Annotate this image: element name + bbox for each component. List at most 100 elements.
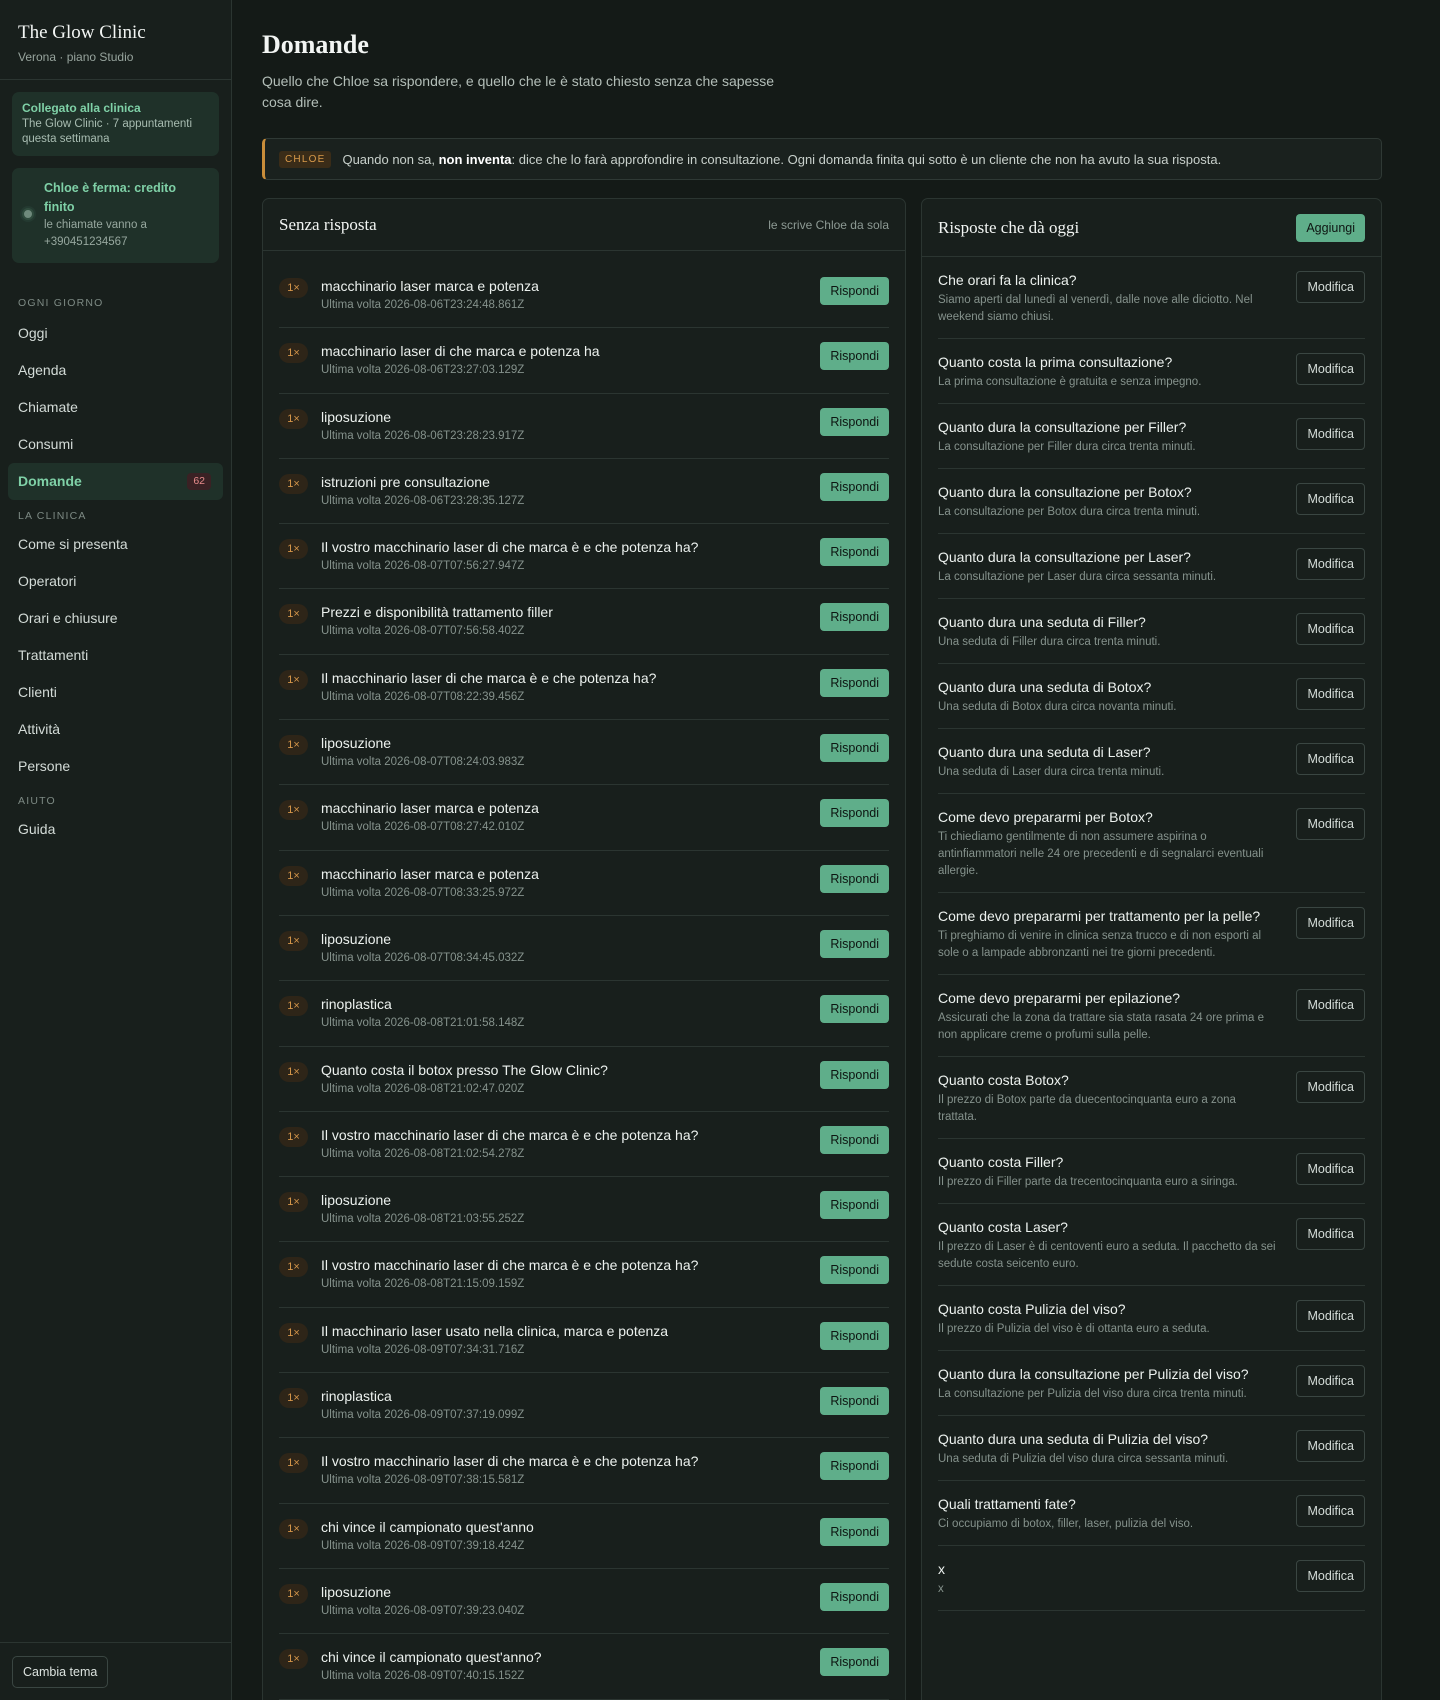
ask-count-badge: 1× — [279, 1583, 308, 1604]
list-item: Quanto dura la consultazione per Filler?… — [938, 404, 1365, 469]
respond-button[interactable]: Rispondi — [820, 1060, 889, 1089]
respond-button[interactable]: Rispondi — [820, 1517, 889, 1546]
edit-button[interactable]: Modifica — [1296, 548, 1365, 580]
edit-button[interactable]: Modifica — [1296, 678, 1365, 710]
sidebar-footer: Cambia tema — [0, 1642, 231, 1700]
table-row: 1× rinoplastica Ultima volta 2026-08-09T07… — [279, 1373, 889, 1439]
edit-button[interactable]: Modifica — [1296, 1430, 1365, 1462]
respond-button[interactable]: Rispondi — [820, 734, 889, 763]
list-item: Come devo prepararmi per epilazione? Assi… — [938, 975, 1365, 1057]
respond-button[interactable]: Rispondi — [820, 472, 889, 501]
sidebar-item-oggi[interactable]: Oggi — [8, 315, 223, 352]
respond-button[interactable]: Rispondi — [820, 1191, 889, 1220]
edit-button[interactable]: Modifica — [1296, 271, 1365, 303]
respond-button[interactable]: Rispondi — [820, 277, 889, 305]
edit-button[interactable]: Modifica — [1296, 418, 1365, 450]
question-text: rinoplastica — [321, 1388, 392, 1405]
sidebar-item-consumi[interactable]: Consumi — [8, 426, 223, 463]
edit-button[interactable]: Modifica — [1296, 743, 1365, 775]
respond-button[interactable]: Rispondi — [820, 1321, 889, 1350]
edit-button[interactable]: Modifica — [1296, 1071, 1365, 1103]
respond-button[interactable]: Rispondi — [820, 668, 889, 697]
sidebar-item-chiamate[interactable]: Chiamate — [8, 389, 223, 426]
sidebar-item-guida[interactable]: Guida — [8, 811, 223, 848]
answer-question: Quanto costa Filler? — [938, 1154, 1064, 1170]
nav-group-daily: Oggi Agenda Chiamate Consumi Domande 62 — [0, 315, 231, 500]
answer-text: Siamo aperti dal lunedì al venerdì, dall… — [938, 294, 1253, 323]
list-item: Quanto costa Botox? Il prezzo di Botox pa… — [938, 1057, 1365, 1139]
respond-button[interactable]: Rispondi — [820, 995, 889, 1024]
answer-text: Una seduta di Laser dura circa trenta mi… — [938, 766, 1165, 778]
list-item: Quanto costa la prima consultazione? La p… — [938, 339, 1365, 404]
list-item: Quanto dura la consultazione per Pulizia… — [938, 1351, 1365, 1416]
ask-count-badge: 1× — [279, 278, 308, 298]
respond-button[interactable]: Rispondi — [820, 603, 889, 632]
edit-button[interactable]: Modifica — [1296, 483, 1365, 515]
answers-list: Che orari fa la clinica? Siamo aperti dal… — [922, 257, 1381, 1611]
ask-count-badge: 1× — [279, 604, 308, 625]
question-text: macchinario laser di che marca e potenza… — [321, 343, 600, 360]
last-asked-time: Ultima volta 2026-08-06T23:28:23.917Z — [321, 429, 525, 442]
sidebar-item-persone[interactable]: Persone — [8, 748, 223, 785]
respond-button[interactable]: Rispondi — [820, 1582, 889, 1611]
nav-group-clinic: Come si presenta Operatori Orari e chius… — [0, 526, 231, 785]
answer-question: Quanto costa Botox? — [938, 1072, 1069, 1088]
respond-button[interactable]: Rispondi — [820, 799, 889, 828]
notice-bold-text: non inventa — [438, 151, 512, 167]
ask-count-badge: 1× — [279, 669, 308, 690]
brand-subtitle: Verona · piano Studio — [18, 50, 134, 64]
sidebar-item-agenda[interactable]: Agenda — [8, 352, 223, 389]
respond-button[interactable]: Rispondi — [820, 1648, 889, 1677]
answer-question: Quanto costa Pulizia del viso? — [938, 1301, 1126, 1317]
respond-button[interactable]: Rispondi — [820, 1125, 889, 1154]
sidebar-item-operatori[interactable]: Operatori — [8, 563, 223, 600]
respond-button[interactable]: Rispondi — [820, 1387, 889, 1416]
table-row: 1× Prezzi e disponibilità trattamento fil… — [279, 589, 889, 655]
respond-button[interactable]: Rispondi — [820, 864, 889, 893]
sidebar-item-attivita[interactable]: Attività — [8, 711, 223, 748]
add-answer-button[interactable]: Aggiungi — [1296, 213, 1365, 242]
list-item: Quanto dura una seduta di Filler? Una sed… — [938, 599, 1365, 664]
respond-button[interactable]: Rispondi — [820, 538, 889, 567]
sidebar-item-orari[interactable]: Orari e chiusure — [8, 600, 223, 637]
last-asked-time: Ultima volta 2026-08-09T07:39:23.040Z — [321, 1604, 525, 1617]
respond-button[interactable]: Rispondi — [820, 407, 889, 436]
respond-button[interactable]: Rispondi — [820, 929, 889, 958]
respond-button[interactable]: Rispondi — [820, 1256, 889, 1285]
brand: The Glow Clinic Verona · piano Studio — [0, 0, 231, 80]
edit-button[interactable]: Modifica — [1296, 613, 1365, 645]
ask-count-badge: 1× — [279, 1518, 308, 1539]
list-item: Quali trattamenti fate? Ci occupiamo di b… — [938, 1481, 1365, 1546]
edit-button[interactable]: Modifica — [1296, 353, 1365, 385]
edit-button[interactable]: Modifica — [1296, 1153, 1365, 1185]
answer-text: La prima consultazione è gratuita e senz… — [938, 376, 1202, 388]
ask-count-badge: 1× — [279, 865, 308, 886]
last-asked-time: Ultima volta 2026-08-09T07:34:31.716Z — [321, 1343, 525, 1356]
edit-button[interactable]: Modifica — [1296, 1218, 1365, 1250]
edit-button[interactable]: Modifica — [1296, 808, 1365, 840]
edit-button[interactable]: Modifica — [1296, 1365, 1365, 1397]
sidebar-item-domande[interactable]: Domande 62 — [8, 463, 223, 500]
change-theme-button[interactable]: Cambia tema — [12, 1656, 109, 1688]
edit-button[interactable]: Modifica — [1296, 1560, 1365, 1592]
answer-text: Il prezzo di Pulizia del viso è di ottan… — [938, 1323, 1210, 1335]
ask-count-badge: 1× — [279, 1192, 308, 1213]
edit-button[interactable]: Modifica — [1296, 1300, 1365, 1332]
sidebar-item-clienti[interactable]: Clienti — [8, 674, 223, 711]
sidebar-item-come-si-presenta[interactable]: Come si presenta — [8, 526, 223, 563]
sidebar: The Glow Clinic Verona · piano Studio Co… — [0, 0, 232, 1700]
answer-text: La consultazione per Laser dura circa se… — [938, 571, 1217, 583]
credit-status-title: Chloe è ferma: credito finito — [44, 181, 176, 214]
nav-section-help: AIUTO — [18, 795, 56, 807]
respond-button[interactable]: Rispondi — [820, 342, 889, 371]
sidebar-item-trattamenti[interactable]: Trattamenti — [8, 637, 223, 674]
edit-button[interactable]: Modifica — [1296, 907, 1365, 939]
answer-question: Quanto dura la consultazione per Pulizia… — [938, 1366, 1249, 1382]
respond-button[interactable]: Rispondi — [820, 1452, 889, 1481]
question-text: Il vostro macchinario laser di che marca… — [321, 1257, 699, 1274]
edit-button[interactable]: Modifica — [1296, 1495, 1365, 1527]
answer-question: Quanto dura la consultazione per Laser? — [938, 549, 1191, 565]
list-item: Quanto dura una seduta di Botox? Una sedu… — [938, 664, 1365, 729]
page-description: Quello che Chloe sa rispondere, e quello… — [262, 73, 775, 110]
edit-button[interactable]: Modifica — [1296, 989, 1365, 1021]
